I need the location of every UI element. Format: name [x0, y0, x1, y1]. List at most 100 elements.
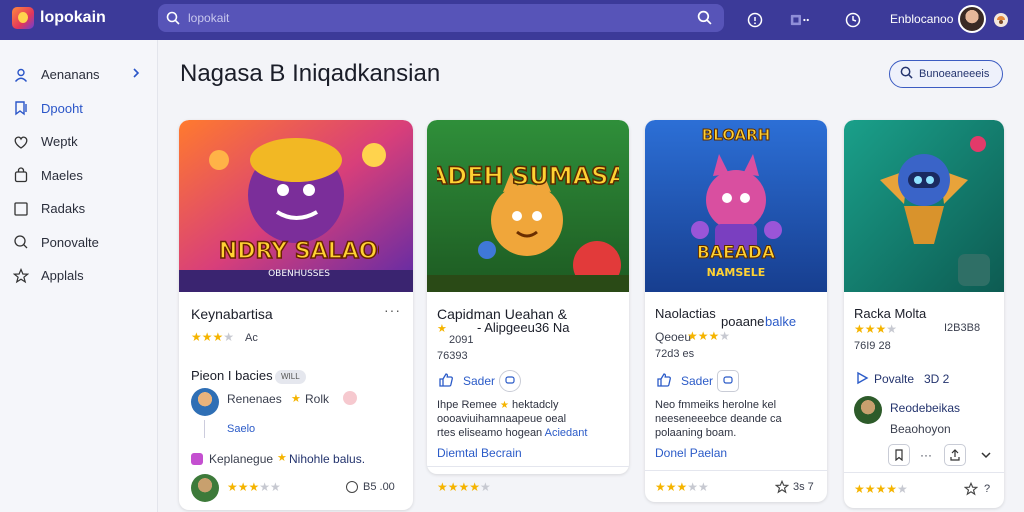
star-outline-icon[interactable] — [963, 481, 979, 501]
sidebar-item-label: Radaks — [41, 201, 86, 217]
apps-icon[interactable] — [790, 9, 812, 31]
thumbs-up-icon[interactable] — [438, 372, 454, 393]
footer-avatar[interactable] — [191, 474, 219, 502]
card-title[interactable]: Racka Molta — [854, 306, 926, 321]
sidebar: Aenanans Dpooht Weptk Maeles Radaks Pono… — [0, 40, 158, 512]
card-title-c[interactable]: balke — [765, 314, 796, 329]
star-outline-icon[interactable] — [774, 479, 790, 499]
star-icon: ★ — [291, 393, 301, 405]
description-line-2: neeseneeebce deande ca — [655, 413, 782, 425]
art-subtitle: OBENHUSSES — [268, 269, 330, 279]
star-icon — [12, 267, 30, 285]
action-label[interactable]: Povalte — [874, 372, 914, 386]
sidebar-item-label: Maeles — [41, 167, 83, 183]
art-subtitle-2: NAMSELE — [707, 266, 766, 279]
more-icon[interactable]: ··· — [920, 448, 932, 462]
game-card[interactable]: AHNDRY SALAOON OBENHUSSES Keynabartisa ·… — [179, 120, 413, 510]
help-icon[interactable] — [744, 9, 766, 31]
footer-meta: B5 .00 — [363, 481, 395, 493]
sidebar-item-dpooht[interactable]: Dpooht — [0, 92, 157, 126]
description-line-3: rtes eliseamo hogean Aciedant — [437, 427, 588, 439]
person-icon — [12, 66, 30, 84]
page-title: Nagasa B Iniqadkansian — [180, 60, 441, 87]
notifications-icon[interactable] — [842, 9, 864, 31]
action-value: 3D 2 — [924, 372, 950, 386]
reviewer-avatar[interactable] — [854, 396, 882, 424]
footer-star-rating: ★★★★★ — [227, 480, 281, 494]
sidebar-item-weptk[interactable]: Weptk — [0, 125, 157, 159]
action-label[interactable]: Sader — [463, 374, 495, 388]
sidebar-item-label: Weptk — [41, 134, 78, 150]
footer-star-rating: ★★★★★ — [437, 480, 491, 494]
game-card[interactable]: Racka Molta ★★★★ I2B3B8 76I9 28 Povalte … — [844, 120, 1004, 508]
reviewer-sub[interactable]: Saelo — [227, 423, 255, 435]
search-submit-icon[interactable] — [697, 10, 712, 30]
tag-icon — [191, 453, 203, 465]
card-subtitle: - Alipgeeu36 Na — [477, 320, 570, 335]
sidebar-item-label: Applals — [41, 268, 84, 284]
game-card[interactable]: GADEH SUMASAN Capidman Ueahan & ★ - Alip… — [427, 120, 629, 474]
thumbs-up-icon[interactable] — [656, 372, 672, 393]
chevron-right-icon[interactable] — [131, 67, 141, 82]
description-line-1: Ihpe Remee ★ hektadcly — [437, 399, 559, 411]
search-bar[interactable] — [158, 4, 724, 32]
comment-icon[interactable] — [499, 370, 521, 392]
clock-icon — [346, 481, 358, 493]
card-title[interactable]: Keynabartisa — [191, 306, 273, 322]
bookmark-icon — [12, 99, 30, 117]
section-label: Pieon I bacies — [191, 368, 273, 383]
sidebar-item-label: Ponovalte — [41, 234, 99, 250]
settings-icon[interactable] — [990, 9, 1012, 31]
divider — [427, 466, 629, 467]
reviewer-name[interactable]: Reodebeikas — [890, 401, 960, 415]
search-input[interactable] — [188, 11, 688, 25]
filter-button[interactable]: Bunoeaneeeis — [889, 60, 1003, 88]
art-title: AHNDRY SALAOON — [219, 239, 379, 264]
comment-icon[interactable] — [717, 370, 739, 392]
top-bar: lopokain Enblocanoo — [0, 0, 1024, 40]
filter-label: Bunoeaneeeis — [919, 68, 990, 80]
reaction-icon[interactable] — [343, 391, 357, 405]
reviewer-extra: Rolk — [305, 392, 330, 406]
chevron-down-icon[interactable] — [980, 448, 992, 466]
card-title[interactable]: Naolactias — [655, 306, 716, 321]
bookmark-button[interactable] — [888, 444, 910, 466]
card-meta: 72d3 es — [655, 348, 695, 360]
tagline-b[interactable]: Nihohle balus. — [289, 452, 365, 466]
card-link[interactable]: Donel Paelan — [655, 446, 727, 460]
user-name[interactable]: Enblocanoo — [890, 12, 953, 26]
sidebar-item-maeles[interactable]: Maeles — [0, 159, 157, 193]
divider — [844, 472, 1004, 473]
footer-meta: ? — [984, 483, 991, 495]
user-avatar[interactable] — [958, 5, 986, 33]
play-icon[interactable] — [855, 371, 869, 390]
sidebar-item-applals[interactable]: Applals — [0, 259, 157, 293]
more-icon[interactable]: ··· — [384, 302, 401, 318]
sidebar-item-ponovalte[interactable]: Ponovalte — [0, 226, 157, 260]
card-link[interactable]: Diemtal Becrain — [437, 446, 522, 460]
sidebar-item-aenanans[interactable]: Aenanans — [0, 58, 157, 92]
star-icon: ★ — [277, 452, 287, 464]
game-card[interactable]: BLOARH BAEADA NAMSELE Naolactias poaane … — [645, 120, 827, 502]
year-line: 76I9 28 — [854, 340, 891, 352]
sidebar-item-radaks[interactable]: Radaks — [0, 192, 157, 226]
app-name: lopokain — [40, 9, 106, 26]
sidebar-item-label: Dpooht — [41, 100, 83, 116]
reviewer-avatar[interactable] — [191, 388, 219, 416]
search-icon — [12, 233, 30, 251]
search-icon — [900, 66, 913, 82]
game-art[interactable] — [844, 120, 1004, 292]
star-rating: ★★★★ — [191, 330, 235, 344]
description-line-2: oooaviuihamnaapeue oeal — [437, 413, 567, 425]
heart-icon — [12, 133, 30, 151]
action-label[interactable]: Sader — [681, 374, 713, 388]
footer-star-rating: ★★★★★ — [655, 480, 709, 494]
art-title: BLOARH — [702, 126, 771, 144]
reviewer-name[interactable]: Renenaes — [227, 392, 282, 406]
star-rating: ★★★★ — [854, 322, 898, 336]
app-brand[interactable]: lopokain — [12, 7, 106, 29]
bag-icon — [12, 166, 30, 184]
share-button[interactable] — [944, 444, 966, 466]
reviewer-sub: Beaohoyon — [890, 422, 951, 436]
sidebar-item-label: Aenanans — [41, 67, 100, 83]
